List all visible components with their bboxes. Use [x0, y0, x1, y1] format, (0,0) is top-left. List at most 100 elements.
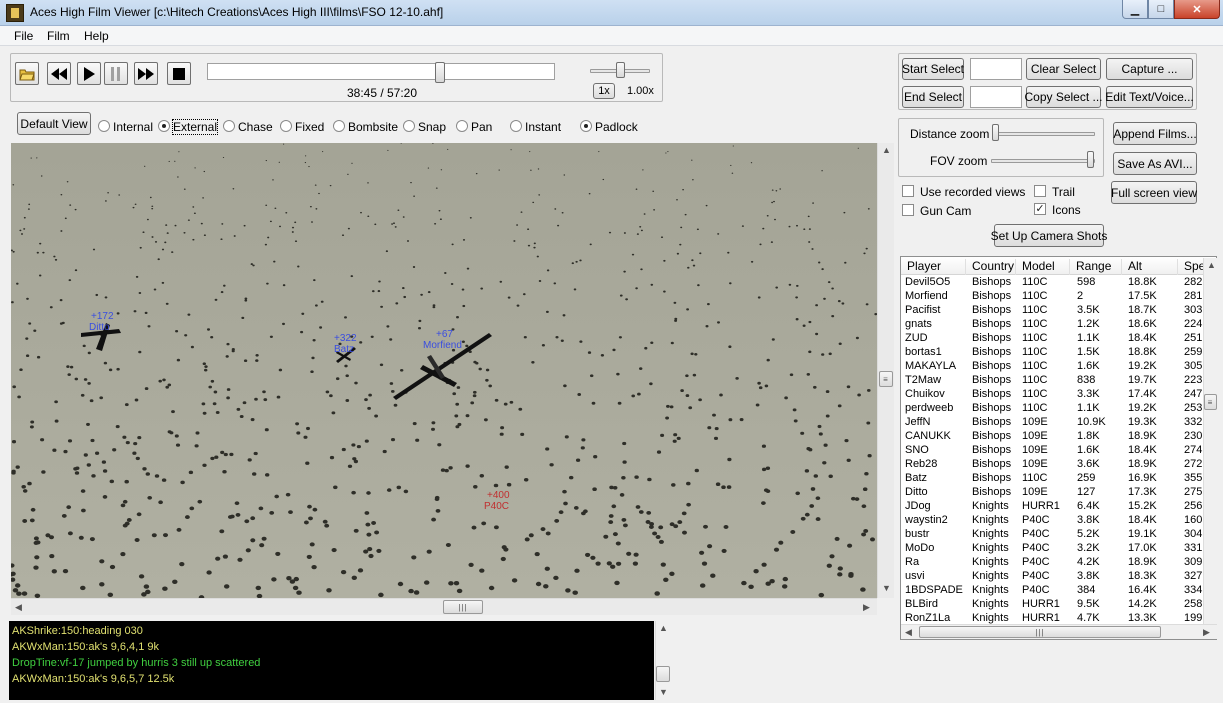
speed-reset-button[interactable]: 1x	[593, 83, 615, 99]
menu-help[interactable]: Help	[84, 29, 109, 43]
column-model[interactable]: Model	[1016, 259, 1070, 275]
table-row[interactable]: 1BDSPADE Knights P40C 384 16.4K 334	[901, 583, 1216, 597]
table-row[interactable]: Reb28 Bishops 109E 3.6K 18.9K 272	[901, 457, 1216, 471]
fast-forward-button[interactable]	[134, 62, 158, 85]
timeline-track[interactable]	[207, 62, 555, 83]
cell-player: bortas1	[905, 346, 942, 358]
view-mode-radio-external[interactable]	[158, 120, 170, 132]
timeline-thumb[interactable]	[435, 62, 445, 83]
viewport-vscroll-thumb[interactable]: ≡	[879, 371, 893, 387]
console-scrollbar[interactable]: ▲ ▼	[655, 621, 670, 700]
table-row[interactable]: RonZ1La Knights HURR1 4.7K 13.3K 199	[901, 611, 1216, 625]
gun-cam-checkbox[interactable]	[902, 204, 914, 216]
list-vscroll-thumb[interactable]: ≡	[1204, 394, 1217, 410]
play-button[interactable]	[77, 62, 101, 85]
view-mode-radio-snap[interactable]	[403, 120, 415, 132]
column-player[interactable]: Player	[901, 259, 966, 275]
view-mode-radio-chase[interactable]	[223, 120, 235, 132]
speed-slider-thumb[interactable]	[616, 62, 625, 78]
table-row[interactable]: Ditto Bishops 109E 127 17.3K 275	[901, 485, 1216, 499]
table-row[interactable]: gnats Bishops 110C 1.2K 18.6K 224	[901, 317, 1216, 331]
view-mode-radio-internal[interactable]	[98, 120, 110, 132]
rewind-button[interactable]	[47, 62, 71, 85]
view-mode-radio-fixed[interactable]	[280, 120, 292, 132]
fov-zoom-track[interactable]	[991, 159, 1095, 163]
camera-shots-button[interactable]: Set Up Camera Shots	[991, 224, 1107, 247]
menu-film[interactable]: Film	[47, 29, 70, 43]
table-row[interactable]: bustr Knights P40C 5.2K 19.1K 304	[901, 527, 1216, 541]
list-scroll-right-icon[interactable]: ▶	[1203, 627, 1210, 638]
list-scroll-up-icon[interactable]: ▲	[1207, 260, 1216, 270]
end-select-button[interactable]: End Select	[902, 86, 964, 108]
default-view-button[interactable]: Default View	[17, 112, 91, 135]
scroll-left-icon[interactable]: ◀	[15, 602, 22, 613]
table-row[interactable]: usvi Knights P40C 3.8K 18.3K 327	[901, 569, 1216, 583]
cell-speed: 355	[1184, 472, 1203, 484]
table-row[interactable]: JeffN Bishops 109E 10.9K 19.3K 332	[901, 415, 1216, 429]
table-row[interactable]: JDog Knights HURR1 6.4K 15.2K 256	[901, 499, 1216, 513]
save-avi-button[interactable]: Save As AVI...	[1113, 152, 1197, 175]
viewport-horizontal-scrollbar[interactable]: ◀ ||| ▶	[11, 598, 877, 615]
edit-text-voice-button[interactable]: Edit Text/Voice...	[1105, 86, 1194, 108]
pause-button[interactable]	[104, 62, 128, 85]
table-row[interactable]: MAKAYLA Bishops 110C 1.6K 19.2K 305	[901, 359, 1216, 373]
table-row[interactable]: BLBird Knights HURR1 9.5K 14.2K 258	[901, 597, 1216, 611]
clear-select-button[interactable]: Clear Select	[1026, 58, 1101, 80]
viewport-vertical-scrollbar[interactable]: ▲ ≡ ▼	[877, 143, 894, 598]
scroll-right-icon[interactable]: ▶	[863, 602, 870, 613]
icons-checkbox[interactable]: ✓	[1034, 203, 1046, 215]
console-scroll-up-icon[interactable]: ▲	[659, 623, 668, 633]
table-row[interactable]: MoDo Knights P40C 3.2K 17.0K 331	[901, 541, 1216, 555]
capture-button[interactable]: Capture ...	[1106, 58, 1193, 80]
use-recorded-views-checkbox[interactable]	[902, 185, 914, 197]
table-row[interactable]: bortas1 Bishops 110C 1.5K 18.8K 259	[901, 345, 1216, 359]
console-scroll-down-icon[interactable]: ▼	[659, 687, 668, 697]
end-select-field[interactable]	[970, 86, 1022, 108]
cell-country: Bishops	[972, 416, 1012, 428]
table-row[interactable]: ZUD Bishops 110C 1.1K 18.4K 251	[901, 331, 1216, 345]
list-hscroll-thumb[interactable]: |||	[919, 626, 1161, 638]
close-button[interactable]: ✕	[1174, 0, 1220, 19]
table-row[interactable]: Morfiend Bishops 110C 2 17.5K 281	[901, 289, 1216, 303]
console-scroll-thumb[interactable]	[656, 666, 670, 682]
trail-checkbox[interactable]	[1034, 185, 1046, 197]
fov-zoom-thumb[interactable]	[1087, 151, 1094, 168]
table-row[interactable]: Pacifist Bishops 110C 3.5K 18.7K 303	[901, 303, 1216, 317]
minimize-button[interactable]: ▁	[1122, 0, 1148, 19]
viewport-hscroll-thumb[interactable]: |||	[443, 600, 483, 614]
player-list-vertical-scrollbar[interactable]: ▲ ≡	[1203, 258, 1217, 624]
column-range[interactable]: Range	[1070, 259, 1122, 275]
distance-zoom-thumb[interactable]	[992, 124, 999, 141]
view-mode-radio-pan[interactable]	[456, 120, 468, 132]
view-mode-radio-instant[interactable]	[510, 120, 522, 132]
table-row[interactable]: SNO Bishops 109E 1.6K 18.4K 274	[901, 443, 1216, 457]
view-mode-radio-padlock[interactable]	[580, 120, 592, 132]
table-row[interactable]: waystin2 Knights P40C 3.8K 18.4K 160	[901, 513, 1216, 527]
table-row[interactable]: perdweeb Bishops 110C 1.1K 19.2K 253	[901, 401, 1216, 415]
table-row[interactable]: T2Maw Bishops 110C 838 19.7K 223	[901, 373, 1216, 387]
scroll-up-icon[interactable]: ▲	[882, 145, 891, 155]
copy-select-button[interactable]: Copy Select ...	[1024, 86, 1103, 108]
column-alt[interactable]: Alt	[1122, 259, 1178, 275]
player-list-horizontal-scrollbar[interactable]: ◀ ||| ▶	[901, 624, 1217, 639]
maximize-button[interactable]: □	[1148, 0, 1174, 19]
table-row[interactable]: Batz Bishops 110C 259 16.9K 355	[901, 471, 1216, 485]
list-scroll-left-icon[interactable]: ◀	[905, 627, 912, 638]
distance-zoom-track[interactable]	[992, 132, 1095, 136]
film-viewport[interactable]: +172 Ditto +322 Batz +67 Morfiend +400 P…	[11, 143, 877, 598]
stop-button[interactable]	[167, 62, 191, 85]
column-country[interactable]: Country	[966, 259, 1016, 275]
open-film-button[interactable]	[15, 62, 39, 85]
table-row[interactable]: Chuikov Bishops 110C 3.3K 17.4K 247	[901, 387, 1216, 401]
start-select-button[interactable]: Start Select	[902, 58, 964, 80]
table-row[interactable]: Devil5O5 Bishops 110C 598 18.8K 282	[901, 275, 1216, 289]
scroll-down-icon[interactable]: ▼	[882, 583, 891, 593]
menu-file[interactable]: File	[14, 29, 33, 43]
view-mode-radio-bombsite[interactable]	[333, 120, 345, 132]
full-screen-button[interactable]: Full screen view	[1111, 181, 1197, 204]
table-row[interactable]: Ra Knights P40C 4.2K 18.9K 309	[901, 555, 1216, 569]
append-films-button[interactable]: Append Films...	[1113, 122, 1197, 145]
player-list[interactable]: Player Country Model Range Alt Spe Devil…	[900, 256, 1217, 640]
start-select-field[interactable]	[970, 58, 1022, 80]
table-row[interactable]: CANUKK Bishops 109E 1.8K 18.9K 230	[901, 429, 1216, 443]
